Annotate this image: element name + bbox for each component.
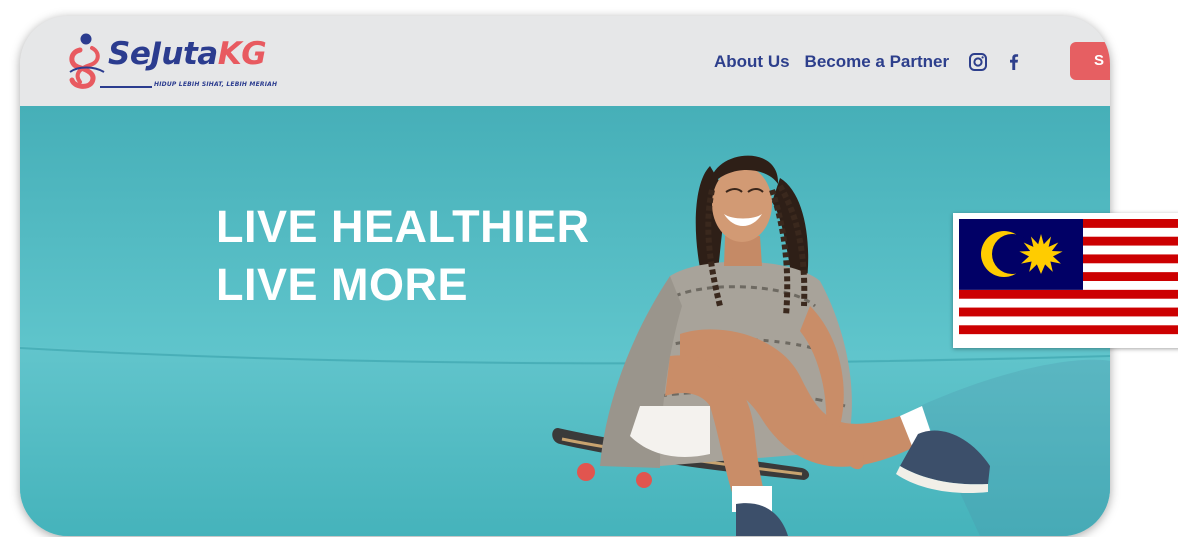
headline-line-1: LIVE HEALTHIER	[216, 201, 590, 252]
hero-headline: LIVE HEALTHIER LIVE MORE	[216, 198, 590, 314]
facebook-icon[interactable]	[1004, 52, 1024, 72]
brand-name: SeJutaKG	[108, 36, 267, 72]
website-preview-card: SeJutaKG HIDUP LEBIH SIHAT, LEBIH MERIAH…	[20, 16, 1110, 536]
nav-link-become-partner[interactable]: Become a Partner	[805, 52, 950, 72]
headline-line-2: LIVE MORE	[216, 259, 469, 310]
instagram-icon[interactable]	[968, 52, 988, 72]
main-nav: About Us Become a Partner	[714, 50, 1036, 74]
brand-logo-icon	[69, 33, 105, 89]
cta-button[interactable]: S	[1070, 42, 1110, 80]
site-header: SeJutaKG HIDUP LEBIH SIHAT, LEBIH MERIAH…	[20, 16, 1110, 106]
nav-link-about-us[interactable]: About Us	[714, 52, 790, 72]
malaysia-flag	[953, 213, 1178, 348]
hero-photo	[20, 106, 1110, 536]
logo-underline	[100, 86, 152, 88]
malaysia-flag-icon	[959, 219, 1178, 343]
brand-tagline: HIDUP LEBIH SIHAT, LEBIH MERIAH	[154, 81, 278, 88]
hero-banner: LIVE HEALTHIER LIVE MORE	[20, 106, 1110, 536]
brand-logo[interactable]: SeJutaKG HIDUP LEBIH SIHAT, LEBIH MERIAH	[66, 32, 296, 90]
